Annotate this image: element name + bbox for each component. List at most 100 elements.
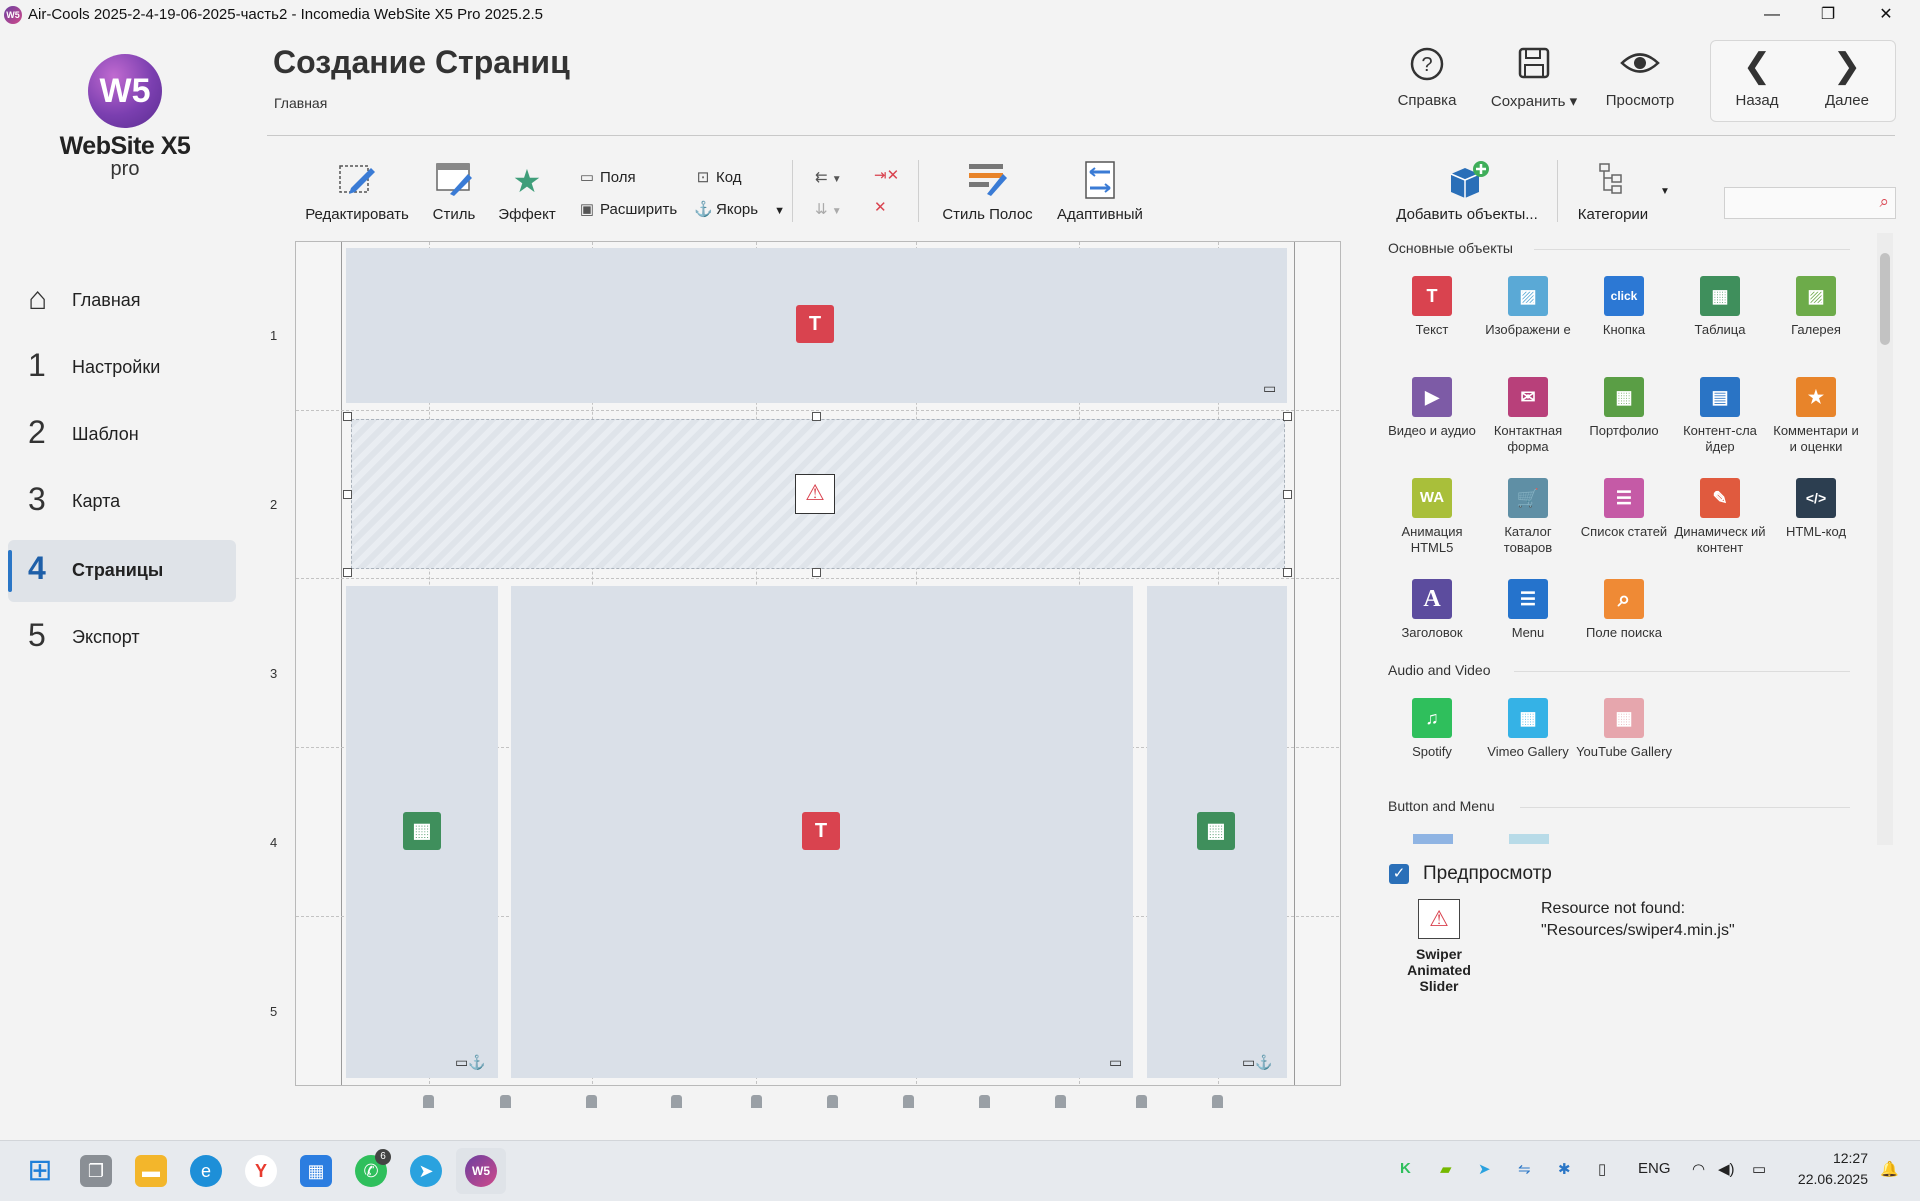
object-tile[interactable]: ⌕ Поле поиска xyxy=(1576,579,1672,641)
resize-handle[interactable] xyxy=(343,412,352,421)
delete-row-button[interactable]: ⇥✕ xyxy=(874,166,899,184)
strip-style-button[interactable]: Стиль Полос xyxy=(940,160,1035,223)
sidebar-item-settings[interactable]: 1 Настройки xyxy=(8,337,236,399)
resize-handle[interactable] xyxy=(1283,490,1292,499)
volume-icon[interactable]: ◀) xyxy=(1718,1160,1735,1178)
object-tile[interactable]: ★ Комментари и и оценки xyxy=(1768,377,1864,455)
column-marker[interactable] xyxy=(423,1095,434,1108)
save-button[interactable]: Сохранить ▾ xyxy=(1484,46,1584,110)
sidebar-item-template[interactable]: 2 Шаблон xyxy=(8,404,236,466)
sidebar-item-home[interactable]: ⌂ Главная xyxy=(8,270,236,332)
breadcrumb[interactable]: Главная xyxy=(274,95,327,111)
battery-icon[interactable]: ▭ xyxy=(1752,1160,1766,1178)
resize-handle[interactable] xyxy=(343,490,352,499)
sidebar-item-export[interactable]: 5 Экспорт xyxy=(8,607,236,669)
object-tile[interactable]: </> HTML-код xyxy=(1768,478,1864,540)
column-marker[interactable] xyxy=(671,1095,682,1108)
kaspersky-icon[interactable]: K xyxy=(1400,1160,1411,1177)
clock-time[interactable]: 12:27 xyxy=(1792,1150,1868,1166)
object-tile[interactable]: ▦ Vimeo Gallery xyxy=(1480,698,1576,760)
object-tile[interactable]: ✎ Динамическ ий контент xyxy=(1672,478,1768,556)
panel-scrollbar[interactable] xyxy=(1877,233,1893,845)
bluetooth-icon[interactable]: ✱ xyxy=(1558,1160,1571,1178)
notifications-icon[interactable]: 🔔 xyxy=(1880,1160,1899,1178)
column-marker[interactable] xyxy=(586,1095,597,1108)
resize-handle[interactable] xyxy=(812,568,821,577)
minimize-button[interactable]: — xyxy=(1744,2,1800,28)
store-icon[interactable]: ▦ xyxy=(300,1155,332,1187)
code-button[interactable]: ⊡ Код xyxy=(694,168,742,186)
file-explorer-icon[interactable]: ▬ xyxy=(135,1155,167,1187)
object-tile[interactable]: ▨ Галерея xyxy=(1768,276,1864,338)
column-marker[interactable] xyxy=(751,1095,762,1108)
expand-button[interactable]: ▣ Расширить xyxy=(578,200,677,218)
object-tile[interactable]: click Кнопка xyxy=(1576,276,1672,338)
sidebar-item-pages[interactable]: 4 Страницы xyxy=(8,540,236,602)
telegram-icon[interactable]: ➤ xyxy=(410,1155,442,1187)
fields-button[interactable]: ▭ Поля xyxy=(578,168,636,186)
website-x5-taskbar-icon[interactable]: W5 xyxy=(465,1155,497,1187)
task-view-icon[interactable]: ❐ xyxy=(80,1155,112,1187)
search-input[interactable] xyxy=(1729,189,1863,217)
column-marker[interactable] xyxy=(827,1095,838,1108)
chevron-down-icon[interactable]: ▼ xyxy=(1660,186,1670,197)
object-tile[interactable]: ▦ YouTube Gallery xyxy=(1576,698,1672,760)
object-tile[interactable]: ▨ Изображени е xyxy=(1480,276,1576,338)
object-tile[interactable]: T Текст xyxy=(1384,276,1480,338)
menu-object-icon-partial[interactable] xyxy=(1509,834,1549,844)
edge-icon[interactable]: e xyxy=(190,1155,222,1187)
help-button[interactable]: ? Справка xyxy=(1392,46,1462,109)
categories-button[interactable]: Категории xyxy=(1570,160,1656,223)
resize-handle[interactable] xyxy=(1283,568,1292,577)
column-marker[interactable] xyxy=(979,1095,990,1108)
button-object-icon-partial[interactable] xyxy=(1413,834,1453,844)
preview-checkbox[interactable]: ✓ xyxy=(1389,864,1409,884)
object-tile[interactable]: ♫ Spotify xyxy=(1384,698,1480,760)
network-share-icon[interactable]: ⇋ xyxy=(1518,1160,1531,1178)
close-button[interactable]: ✕ xyxy=(1858,2,1914,28)
adaptive-button[interactable]: Адаптивный xyxy=(1054,160,1146,223)
object-tile[interactable]: A Заголовок xyxy=(1384,579,1480,641)
column-marker[interactable] xyxy=(1055,1095,1066,1108)
objects-search[interactable]: ⌕ xyxy=(1724,187,1896,219)
search-clear-icon[interactable]: ⌕ xyxy=(1879,192,1889,212)
object-tile[interactable]: ✉ Контактная форма xyxy=(1480,377,1576,455)
object-tile[interactable]: ☰ Menu xyxy=(1480,579,1576,641)
add-objects-button[interactable]: Добавить объекты... xyxy=(1390,160,1544,223)
object-tile[interactable]: ☰ Список статей xyxy=(1576,478,1672,540)
chevron-down-icon[interactable]: ▼ xyxy=(774,205,785,217)
clock-date[interactable]: 22.06.2025 xyxy=(1782,1171,1868,1187)
insert-row-button[interactable]: ⇇ ▼ xyxy=(815,168,842,186)
telegram-tray-icon[interactable]: ➤ xyxy=(1478,1160,1491,1178)
start-icon[interactable]: ⊞ xyxy=(24,1155,56,1187)
maximize-button[interactable]: ❐ xyxy=(1800,2,1856,28)
wifi-icon[interactable]: ◠ xyxy=(1692,1160,1705,1178)
edit-button[interactable]: Редактировать xyxy=(305,160,409,223)
anchor-button[interactable]: ⚓ Якорь ▼ xyxy=(694,200,785,218)
scrollbar-thumb[interactable] xyxy=(1880,253,1890,345)
object-tile[interactable]: ▤ Контент-сла йдер xyxy=(1672,377,1768,455)
column-marker[interactable] xyxy=(903,1095,914,1108)
next-button[interactable]: ❯ Далее xyxy=(1810,46,1884,109)
object-tile[interactable]: ▶ Видео и аудио xyxy=(1384,377,1480,439)
object-tile[interactable]: ▦ Таблица xyxy=(1672,276,1768,338)
sidebar-item-map[interactable]: 3 Карта xyxy=(8,471,236,533)
yandex-browser-icon[interactable]: Y xyxy=(245,1155,277,1187)
delete-column-button[interactable]: ✕ xyxy=(874,198,887,216)
column-marker[interactable] xyxy=(1136,1095,1147,1108)
usb-icon[interactable]: ▯ xyxy=(1598,1160,1606,1178)
resize-handle[interactable] xyxy=(1283,412,1292,421)
nvidia-icon[interactable]: ▰ xyxy=(1440,1160,1452,1178)
object-tile[interactable]: ▦ Портфолио xyxy=(1576,377,1672,439)
column-marker[interactable] xyxy=(1212,1095,1223,1108)
column-marker[interactable] xyxy=(500,1095,511,1108)
preview-button[interactable]: Просмотр xyxy=(1595,46,1685,109)
resize-handle[interactable] xyxy=(812,412,821,421)
back-button[interactable]: ❮ Назад xyxy=(1720,46,1794,109)
language-indicator[interactable]: ENG xyxy=(1638,1160,1671,1177)
effect-button[interactable]: ★ Эффект xyxy=(497,160,557,223)
object-tile[interactable]: WA Анимация HTML5 xyxy=(1384,478,1480,556)
style-button[interactable]: Стиль xyxy=(428,160,480,223)
object-tile[interactable]: 🛒 Каталог товаров xyxy=(1480,478,1576,556)
resize-handle[interactable] xyxy=(343,568,352,577)
